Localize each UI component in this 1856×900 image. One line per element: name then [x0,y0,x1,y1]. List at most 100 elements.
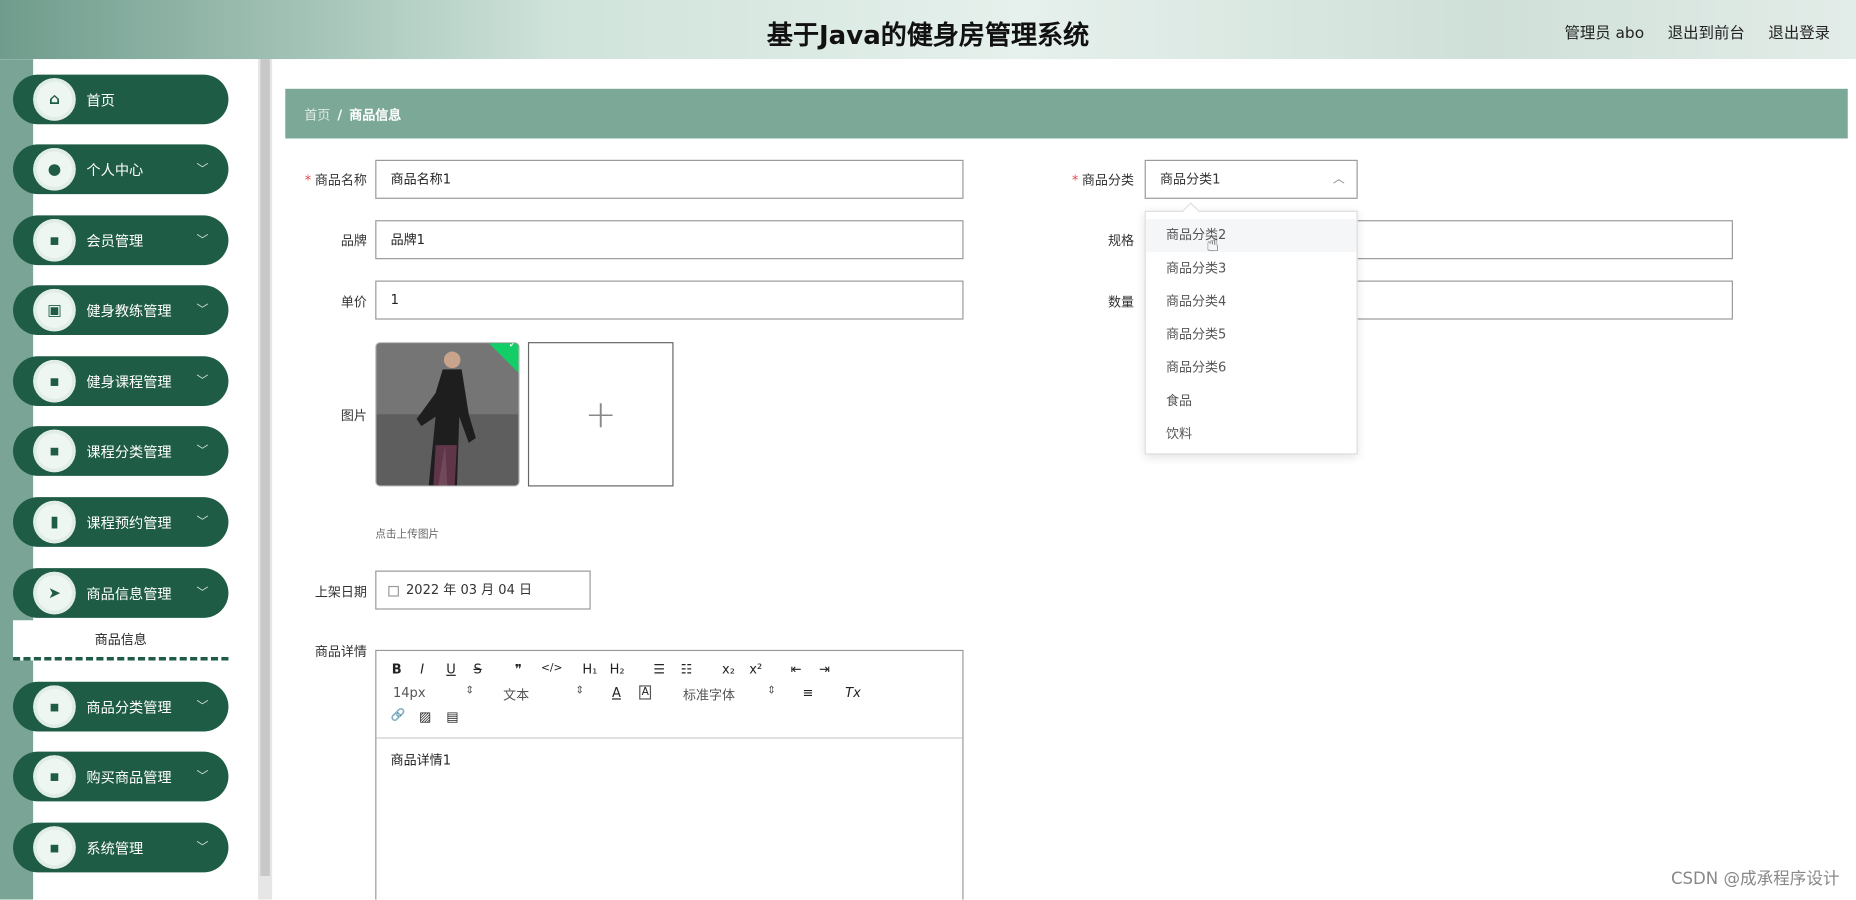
video-button[interactable]: ▤ [446,709,458,724]
background-color-button[interactable]: A [639,685,652,700]
underline-button[interactable]: U [446,662,456,677]
category-option[interactable]: 商品分类5 [1146,318,1357,351]
image-button[interactable]: ▨ [419,709,431,724]
chevron-down-icon: ﹀ [196,841,209,855]
admin-name: 管理员 abo [1564,24,1645,43]
date-value: 2022 年 03 月 04 日 [406,582,533,598]
sidebar-item-member[interactable]: ▪ 会员管理 ﹀ [13,215,229,266]
sidebar-item-course-category[interactable]: ▪ 课程分类管理 ﹀ [13,426,229,476]
align-button[interactable]: ≡ [803,685,814,700]
chevron-down-icon: ﹀ [196,516,209,530]
category-option[interactable]: 商品分类6 [1146,352,1357,385]
chevron-up-icon: ︿ [1332,172,1345,186]
plus-icon: + [584,391,617,437]
brand-input[interactable]: 品牌1 [375,220,964,260]
sidebar-item-label: 个人中心 [86,162,144,179]
editor-content[interactable]: 商品详情1 [376,739,962,782]
header-select[interactable]: 文本 [503,685,529,704]
bullet-list-button[interactable]: ☷ [681,662,693,677]
category-option[interactable]: 食品 [1146,385,1357,418]
image-upload-button[interactable]: + [527,342,674,487]
sidebar-item-course[interactable]: ▪ 健身课程管理 ﹀ [13,356,229,407]
category-option[interactable]: 饮料 [1146,418,1357,451]
sidebar-item-course-booking[interactable]: ▮ 课程预约管理 ﹀ [13,497,229,547]
subscript-button[interactable]: x₂ [722,662,735,677]
uploaded-image[interactable]: ✓ [375,342,520,487]
name-label: * 商品名称 [304,172,367,189]
sidebar-item-goods-category[interactable]: ▪ 商品分类管理 ﹀ [13,681,229,732]
sidebar-item-purchase[interactable]: ▪ 购买商品管理 ﹀ [13,751,229,802]
sidebar-item-label: 健身教练管理 [86,303,172,320]
sidebar-item-goods-info[interactable]: ➤ 商品信息管理 ﹀ [13,568,229,618]
main-content: 首页 / 商品信息 * 商品名称 商品名称1 * 商品分类 商品分类1 ︿ 品牌 品牌1… [272,59,1856,900]
submenu-goods-info[interactable]: 商品信息 [13,620,229,661]
to-front-link[interactable]: 退出到前台 [1668,20,1745,43]
strike-button[interactable]: S [473,662,481,677]
sidebar-scrollbar[interactable] [258,59,273,900]
app-root: 基于Java的健身房管理系统 管理员 abo 退出到前台 退出登录 ⌂ 首页 ●… [0,0,1856,900]
name-input[interactable]: 商品名称1 [375,159,964,199]
clipboard-icon: ▣ [33,288,76,332]
check-icon: ✓ [508,342,518,352]
sidebar-item-home[interactable]: ⌂ 首页 [13,74,229,125]
sidebar-item-coach[interactable]: ▣ 健身教练管理 ﹀ [13,285,229,335]
sidebar-item-system[interactable]: ▪ 系统管理 ﹀ [13,822,229,873]
home-icon: ⌂ [33,78,76,121]
chevron-down-icon: ﹀ [196,770,209,784]
category-dropdown: 商品分类2 商品分类3 商品分类4 商品分类5 商品分类6 食品 饮料 [1144,202,1358,455]
outdent-button[interactable]: ⇤ [791,662,802,677]
link-button[interactable]: 🔗 [391,709,406,722]
sidebar-item-label: 健身课程管理 [86,374,172,391]
clear-format-button[interactable]: Tx [845,685,861,700]
grid-icon: ▪ [33,429,76,473]
updown-icon: ⇕ [465,685,475,698]
logout-link[interactable]: 退出登录 [1768,20,1830,43]
hand-cursor-icon: ☝ [1206,232,1220,257]
category-option[interactable]: 商品分类2 [1145,218,1357,253]
sidebar-item-personal-center[interactable]: ● 个人中心 ﹀ [13,144,229,195]
superscript-button[interactable]: x² [749,662,762,677]
ordered-list-button[interactable]: ☰ [653,662,665,677]
chevron-down-icon: ﹀ [196,163,209,177]
dropdown-caret [1182,202,1200,220]
product-photo [376,343,519,486]
h2-button[interactable]: H₂ [610,662,625,677]
italic-button[interactable]: I [420,662,424,677]
grid-icon: ▪ [33,685,76,728]
price-label: 单价 [340,294,367,311]
font-color-button[interactable]: A [612,685,621,700]
date-input[interactable]: 2022 年 03 月 04 日 [375,570,591,610]
category-select[interactable]: 商品分类1 ︿ [1144,159,1358,199]
font-family-select[interactable]: 标准字体 [683,685,735,704]
chevron-down-icon: ﹀ [196,445,209,459]
breadcrumb-home[interactable]: 首页 [304,108,330,123]
rich-text-editor: B I U S ❞ </> H₁ H₂ ☰ ☷ x₂ x² ⇤ ⇥ 14px ⇕… [375,649,964,900]
bold-button[interactable]: B [392,662,402,677]
image-label: 图片 [340,408,367,424]
h1-button[interactable]: H₁ [582,662,597,677]
detail-label: 商品详情 [314,643,367,660]
price-input[interactable]: 1 [375,280,964,320]
breadcrumb: 首页 / 商品信息 [285,88,1848,139]
top-header: 基于Java的健身房管理系统 管理员 abo 退出到前台 退出登录 [0,0,1856,60]
breadcrumb-separator: / [337,107,343,124]
editor-toolbar: B I U S ❞ </> H₁ H₂ ☰ ☷ x₂ x² ⇤ ⇥ 14px ⇕… [376,651,963,739]
sidebar-item-label: 商品信息管理 [86,585,172,603]
bar-chart-icon: ▮ [33,500,76,544]
font-size-select[interactable]: 14px [393,685,426,700]
indent-button[interactable]: ⇥ [819,662,830,677]
sidebar-item-label: 购买商品管理 [86,769,172,786]
grid-icon: ▪ [33,359,76,403]
sidebar-item-label: 首页 [86,92,115,109]
quantity-label: 数量 [1107,294,1134,311]
user-icon: ● [33,147,76,191]
grid-icon: ▪ [33,218,76,262]
chevron-down-icon: ﹀ [196,700,209,714]
sidebar-item-label: 商品分类管理 [86,699,172,717]
breadcrumb-current: 商品信息 [349,107,402,124]
category-option[interactable]: 商品分类3 [1146,252,1357,285]
code-button[interactable]: </> [541,663,562,675]
category-option[interactable]: 商品分类4 [1146,285,1357,318]
quote-button[interactable]: ❞ [515,662,522,677]
scrollbar-thumb[interactable] [260,59,270,876]
